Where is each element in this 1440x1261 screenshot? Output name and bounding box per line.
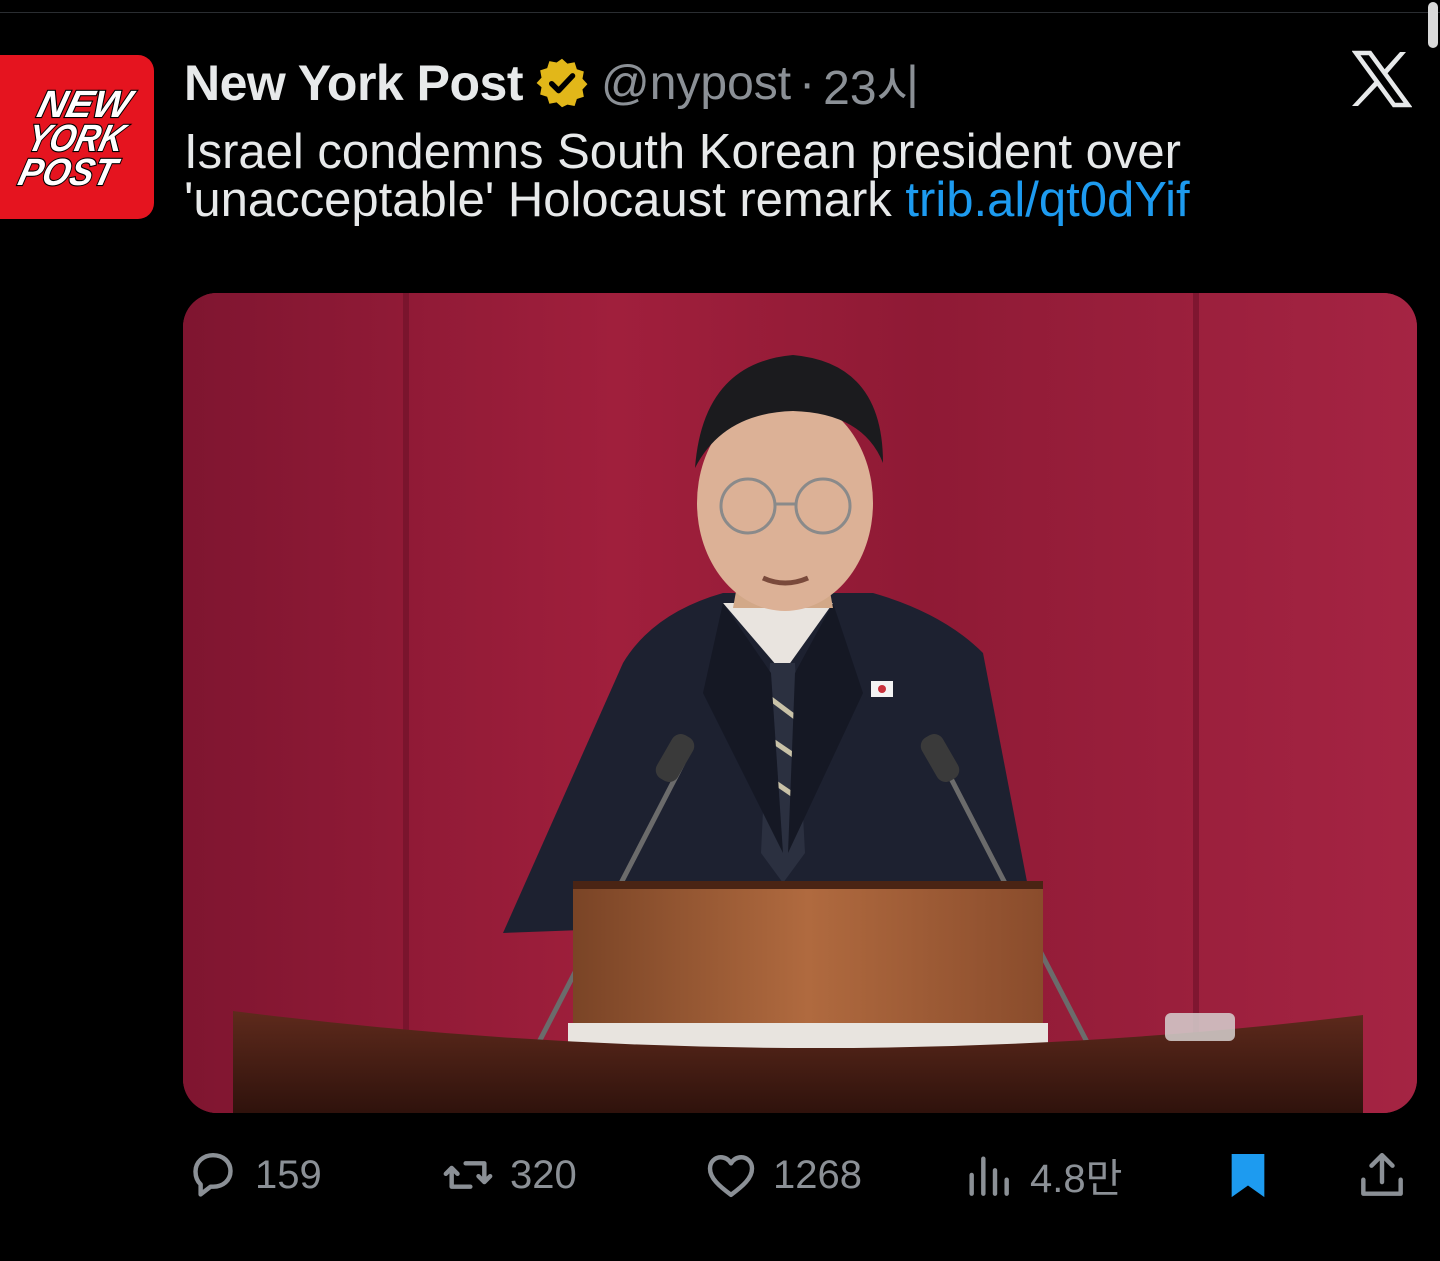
repost-icon <box>443 1161 493 1189</box>
avatar[interactable]: NEW YORK POST <box>0 55 154 219</box>
verified-gold-badge-icon[interactable] <box>535 56 589 110</box>
tweet-text: Israel condemns South Korean president o… <box>184 128 1404 227</box>
tweet-header: New York Post @nypost · 23시 <box>184 48 921 118</box>
share-button[interactable] <box>1354 1146 1410 1204</box>
views-button[interactable]: 4.8만 <box>960 1146 1122 1204</box>
reply-count: 159 <box>255 1152 322 1197</box>
share-upload-icon <box>1361 1152 1403 1196</box>
repost-count: 320 <box>510 1152 577 1197</box>
author-handle[interactable]: @nypost <box>601 56 791 111</box>
views-chart-icon <box>969 1156 1009 1196</box>
separator-dot: · <box>799 56 816 110</box>
repost-button[interactable]: 320 <box>440 1146 577 1204</box>
tweet-link[interactable]: trib.al/qt0dYif <box>905 173 1189 227</box>
new-york-post-logo: NEW YORK POST <box>13 82 140 195</box>
photo-politician-at-lectern <box>183 293 1417 1113</box>
logo-line-post: POST <box>14 152 124 194</box>
reply-button[interactable]: 159 <box>185 1146 322 1204</box>
like-count: 1268 <box>773 1152 862 1197</box>
x-logo-icon[interactable] <box>1352 50 1412 108</box>
post-time[interactable]: 23시 <box>823 48 921 118</box>
scrollbar-thumb[interactable] <box>1428 2 1438 48</box>
top-divider <box>0 12 1440 13</box>
heart-icon <box>707 1155 755 1198</box>
author-name[interactable]: New York Post <box>184 54 523 112</box>
reply-icon <box>193 1152 233 1197</box>
bookmark-filled-icon <box>1231 1154 1265 1198</box>
like-button[interactable]: 1268 <box>703 1146 862 1204</box>
bookmark-button[interactable] <box>1220 1146 1276 1204</box>
views-count: 4.8만 <box>1030 1157 1123 1201</box>
tweet-media-photo[interactable] <box>183 293 1417 1113</box>
